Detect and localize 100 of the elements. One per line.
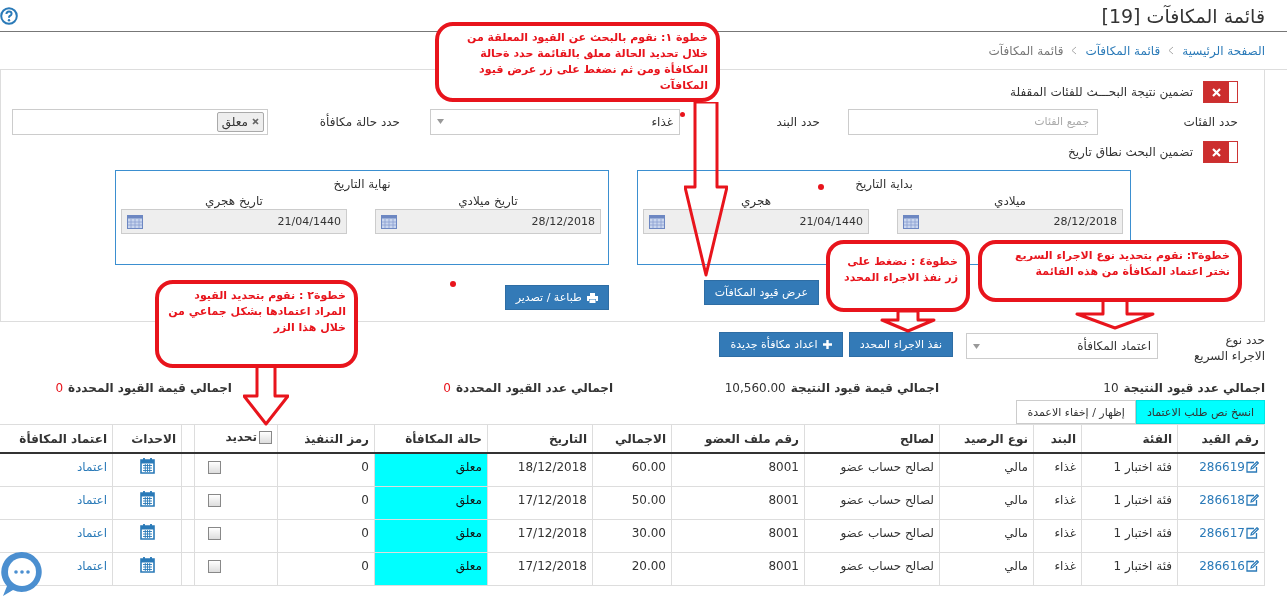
calendar-icon[interactable] [127,214,143,229]
total-value: 10,560.00 [724,381,786,395]
breadcrumb-text: قائمة المكافآت [988,43,1064,58]
x-mark-icon [1212,147,1221,157]
column-header: رقم القيد [1177,424,1265,453]
callout-arrow [880,311,936,333]
marker-dot [450,281,456,287]
total-label: اجمالي عدد قيود النتيجة [1123,381,1265,395]
show-entries-button[interactable]: عرض قيود المكافآت [703,280,819,305]
edit-icon [1246,559,1259,572]
total-value: 0 [443,381,451,395]
approve-link[interactable]: اعتماد [76,492,107,507]
status-cell: معلق [374,519,488,552]
table-cell: 50.00 [592,486,672,519]
column-header: رمز التنفيذ [277,424,375,453]
table-cell: 20.00 [592,552,672,585]
callout-box: خطوة ١: نقوم بالبحث عن القيود المعلقة من خلال تحديد الحالة معلق بالقائمة حدد ةحالة المكافأة ومن ثم نضغط على زر عرض قيود المكافآت [435,22,720,102]
table-cell: مالي [939,519,1034,552]
edit-icon [1246,526,1259,539]
calendar-icon[interactable] [139,489,155,507]
column-header: اعتماد المكافأة [0,424,113,453]
table-cell: فئة اختبار 1 [1081,519,1178,552]
x-mark-icon [1212,87,1221,97]
calendar-icon[interactable] [649,214,665,229]
toggle-switch[interactable] [1203,81,1238,103]
table-tool-button[interactable]: انسخ نص طلب الاعتماد [1135,400,1265,424]
printer-icon [586,292,598,303]
print-export-button[interactable]: طباعة / تصدير [504,285,609,310]
page-title: قائمة المكافآت [19] [1101,4,1265,27]
plus-icon [822,340,832,349]
table-cell: 0 [277,552,375,585]
marker-dot [818,184,824,190]
status-cell: معلق [374,486,488,519]
column-header: الفئة [1081,424,1178,453]
table-cell: 8001 [671,552,805,585]
table-cell: فئة اختبار 1 [1081,486,1178,519]
table-cell: غذاء [1033,552,1082,585]
row-checkbox[interactable] [208,461,221,474]
date-range-title: نهاية التاريخ [333,177,391,191]
new-reward-button[interactable]: اعداد مكافأة جديدة [719,332,843,357]
field-label: تاريخ هجري [205,194,263,208]
column-header: الاحداث [112,424,182,453]
action-dropdown[interactable]: اعتماد المكافأة [966,333,1158,359]
column-header: لصالح [804,424,940,453]
remove-icon[interactable] [252,118,259,125]
date-field[interactable]: 21/04/1440 [121,209,347,234]
field-label: تاريخ ميلادي [458,194,518,208]
tag-chip[interactable]: معلق [216,111,264,132]
callout-box: خطوة٣: نقوم بتحديد نوع الاجراء السريع نختر اعتماد المكافأة من هذه القائمة [978,240,1242,302]
category-field[interactable]: جميع الفئات [848,108,1098,135]
row-checkbox[interactable] [208,493,221,507]
table-cell: مالي [939,453,1034,486]
row-checkbox[interactable] [208,526,221,540]
table-cell: 60.00 [592,453,672,486]
table-cell: غذاء [1033,453,1082,486]
column-header: تحديد [225,430,257,445]
caret-icon [973,343,980,349]
toggle-switch[interactable] [1203,141,1238,163]
edit-icon [1246,461,1259,473]
approve-link[interactable]: اعتماد [76,558,107,573]
field-label: حدد حالة مكافأة [318,114,400,129]
table-cell: 0 [277,519,375,552]
table-tool-button[interactable]: إظهار / إخفاء الاعمدة [1016,400,1136,424]
table-cell: 8001 [671,519,805,552]
table-cell: 0 [277,453,375,486]
select-all-checkbox[interactable] [259,430,272,444]
breadcrumb-link[interactable]: قائمة المكافآت [1085,43,1161,58]
chevron-icon [1168,46,1175,55]
status-cell: معلق [374,453,488,486]
calendar-icon[interactable] [139,522,155,540]
caret-icon [437,119,444,124]
approve-link[interactable]: اعتماد [76,525,107,540]
date-field[interactable]: 28/12/2018 [897,209,1123,234]
calendar-icon[interactable] [381,214,397,229]
callout-box: خطوة٢ : نقوم بتحديد القيود المراد اعتمادها بشكل جماعي من خلال هذا الزر [155,280,358,368]
total-label: اجمالي قيمة القيود المحددة [68,381,232,395]
table-cell: غذاء [1033,519,1082,552]
approve-link[interactable]: اعتماد [76,460,107,474]
status-multi-select[interactable]: معلق [12,108,268,135]
calendar-icon[interactable] [139,555,155,573]
date-field[interactable]: 21/04/1440 [643,209,869,234]
field-label: ميلادي [994,194,1026,208]
row-checkbox[interactable] [208,559,221,573]
run-action-button[interactable]: نفذ الاجراء المحدد [848,332,953,357]
field-label: حدد نوع الاجراء السريع [1192,332,1265,364]
table-cell: مالي [939,486,1034,519]
table-cell: غذاء [1033,486,1082,519]
table-cell: لصالح حساب عضو [804,486,940,519]
calendar-icon[interactable] [139,457,155,474]
help-icon[interactable] [0,6,18,25]
calendar-icon[interactable] [903,214,919,229]
edit-icon [1246,493,1259,506]
status-cell: معلق [374,552,488,585]
breadcrumb-link[interactable]: الصفحة الرئيسية [1182,43,1265,58]
column-header: الاجمالي [592,424,672,453]
date-field[interactable]: 28/12/2018 [375,209,601,234]
item-dropdown[interactable]: غذاء [430,108,680,135]
chevron-icon [1071,46,1078,55]
table-cell: فئة اختبار 1 [1081,453,1178,486]
table-cell: لصالح حساب عضو [804,552,940,585]
